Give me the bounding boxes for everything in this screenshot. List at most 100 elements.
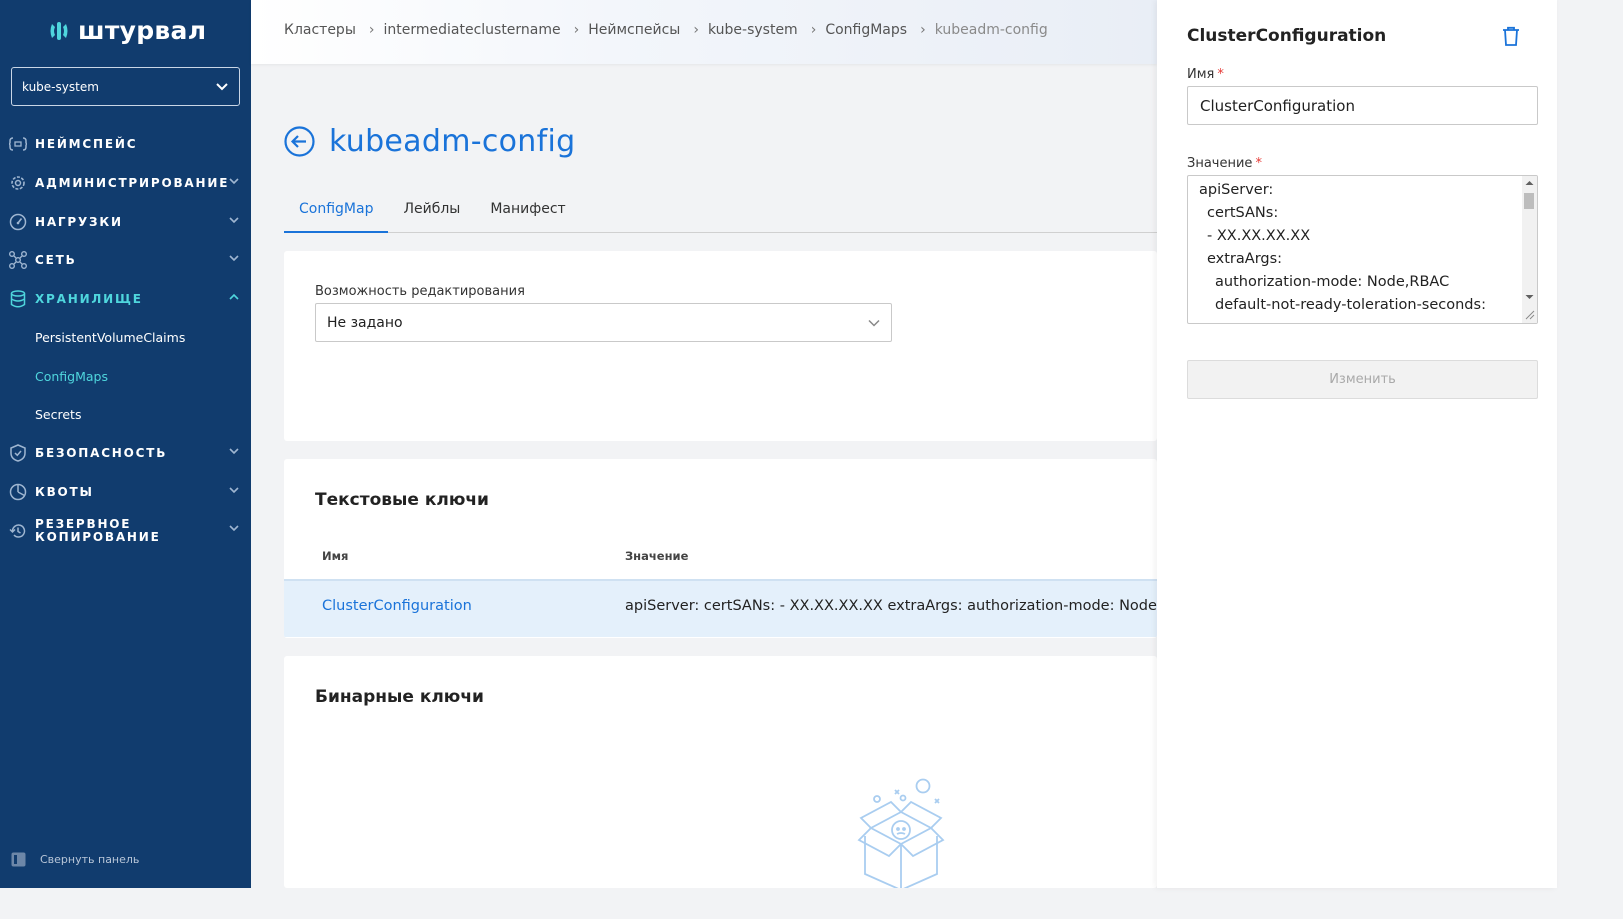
gear-icon [8,173,28,193]
topbar: Кластеры › intermediateclustername › Ней… [251,0,1157,64]
tab-manifest[interactable]: Манифест [475,193,580,233]
textarea-scrollbar[interactable] [1522,176,1537,323]
value-textarea[interactable]: apiServer: certSANs: - XX.XX.XX.XX extra… [1187,175,1538,324]
breadcrumb-separator: › [920,22,926,38]
collapse-panel-icon [11,852,26,867]
nav-item-label: АДМИНИСТРИРОВАНИЕ [35,176,230,190]
value-line: - XX.XX.XX.XX [1207,228,1311,244]
breadcrumb-separator: › [368,22,375,38]
nav-item-label: БЕЗОПАСНОСТЬ [35,446,168,460]
nav-item-backup[interactable]: РЕЗЕРВНОЕ КОПИРОВАНИЕ [0,511,251,551]
key-name-link[interactable]: ClusterConfiguration [322,598,472,614]
value-field-label-text: Значение [1187,156,1253,171]
resize-handle-icon[interactable] [1524,309,1535,320]
required-marker: * [1255,156,1262,171]
key-value: apiServer: certSANs: - XX.XX.XX.XX extra… [625,598,1157,614]
edit-key-panel: ClusterConfiguration Имя * ClusterConfigu… [1157,0,1557,888]
nav-item-label: ХРАНИЛИЩЕ [35,292,143,306]
breadcrumb-separator: › [693,22,699,38]
namespace-select[interactable]: kube-system [11,67,240,106]
nav-item-label: НЕЙМСПЕЙС [35,137,138,151]
text-keys-card: Текстовые ключи Имя Значение ClusterConf… [284,459,1157,638]
chevron-up-icon [229,293,239,300]
nav-item-security[interactable]: БЕЗОПАСНОСТЬ [0,434,251,472]
value-line: authorization-mode: Node,RBAC [1215,274,1450,290]
scroll-down-arrow-icon[interactable] [1525,294,1534,300]
sidebar-subitem-pvc[interactable]: PersistentVolumeClaims [35,330,185,345]
chevron-down-icon [229,525,239,532]
sidebar-subitem-configmaps[interactable]: ConfigMaps [35,369,108,384]
gauge-icon [8,212,28,232]
namespace-select-value: kube-system [22,79,99,94]
breadcrumb-configmaps[interactable]: ConfigMaps [825,22,907,38]
nav-item-network[interactable]: СЕТЬ [0,241,251,279]
text-keys-title: Текстовые ключи [315,490,489,510]
column-header-value: Значение [625,549,689,563]
sidebar-subitem-secrets[interactable]: Secrets [35,407,81,422]
chevron-down-icon [229,448,239,455]
empty-box-icon [857,778,945,888]
namespace-icon [8,134,28,154]
binary-keys-title: Бинарные ключи [315,687,484,707]
column-header-name: Имя [322,549,349,563]
breadcrumb-clusters[interactable]: Кластеры [284,22,356,38]
pie-chart-icon [8,482,28,502]
trash-icon[interactable] [1500,25,1522,47]
nav-item-administration[interactable]: АДМИНИСТРИРОВАНИЕ [0,164,251,202]
nav-item-label-line: КОПИРОВАНИЕ [35,530,161,544]
edit-mode-value: Не задано [327,314,403,331]
name-field-label-text: Имя [1187,67,1215,82]
breadcrumb: Кластеры › intermediateclustername › Ней… [284,22,1048,38]
required-marker: * [1217,67,1224,82]
nav-item-quotas[interactable]: КВОТЫ [0,473,251,511]
nav-item-label: КВОТЫ [35,485,94,499]
nav-item-label: СЕТЬ [35,253,77,267]
chevron-down-icon [216,82,228,90]
value-line: apiServer: [1199,182,1274,198]
edit-settings-card: Возможность редактирования Не задано [284,251,1157,441]
chevron-down-icon [229,255,239,262]
nav-item-workloads[interactable]: НАГРУЗКИ [0,203,251,241]
backup-icon [8,521,28,541]
tab-configmap[interactable]: ConfigMap [284,193,389,233]
page-title: kubeadm-config [329,124,576,159]
collapse-panel-label: Свернуть панель [40,853,140,866]
edit-mode-label: Возможность редактирования [315,284,525,299]
breadcrumb-namespace[interactable]: kube-system [708,22,798,38]
logo[interactable]: штурвал [46,16,206,45]
chevron-down-icon [868,319,880,327]
database-icon [8,289,28,309]
nav-item-storage[interactable]: ХРАНИЛИЩЕ [0,280,251,318]
nav-item-label: НАГРУЗКИ [35,215,123,229]
shield-icon [8,443,28,463]
chevron-down-icon [229,178,239,185]
table-row[interactable]: ClusterConfiguration apiServer: certSANs… [284,579,1157,637]
tabs: ConfigMap Лейблы Манифест [284,193,1157,233]
breadcrumb-cluster[interactable]: intermediateclustername [383,22,560,38]
sidebar: штурвал kube-system НЕЙМСПЕЙС АДМИНИСТРИ… [0,0,251,888]
value-line: extraArgs: [1207,251,1283,267]
name-field-label: Имя * [1187,67,1224,82]
scroll-thumb[interactable] [1524,193,1534,209]
collapse-panel-button[interactable]: Свернуть панель [11,852,139,867]
name-field[interactable]: ClusterConfiguration [1187,86,1538,125]
name-field-value: ClusterConfiguration [1200,96,1355,115]
value-field-label: Значение * [1187,156,1262,171]
breadcrumb-separator: › [573,22,580,38]
page-title-row: kubeadm-config [284,124,575,159]
binary-keys-card: Бинарные ключи [284,656,1157,888]
helm-logo-icon [50,21,68,40]
breadcrumb-namespaces[interactable]: Неймспейсы [588,22,680,38]
value-line: certSANs: [1207,205,1279,221]
scroll-up-arrow-icon[interactable] [1525,180,1534,186]
nav-item-label: РЕЗЕРВНОЕ КОПИРОВАНИЕ [35,518,161,544]
panel-title: ClusterConfiguration [1187,26,1387,46]
submit-change-button[interactable]: Изменить [1187,360,1538,399]
nav-item-namespace[interactable]: НЕЙМСПЕЙС [0,125,251,163]
breadcrumb-current: kubeadm-config [934,22,1048,38]
edit-mode-select[interactable]: Не задано [315,303,892,342]
breadcrumb-separator: › [810,22,817,38]
back-arrow-icon[interactable] [284,126,315,157]
tab-labels[interactable]: Лейблы [388,193,475,233]
value-line: default-not-ready-toleration-seconds: [1215,297,1486,313]
